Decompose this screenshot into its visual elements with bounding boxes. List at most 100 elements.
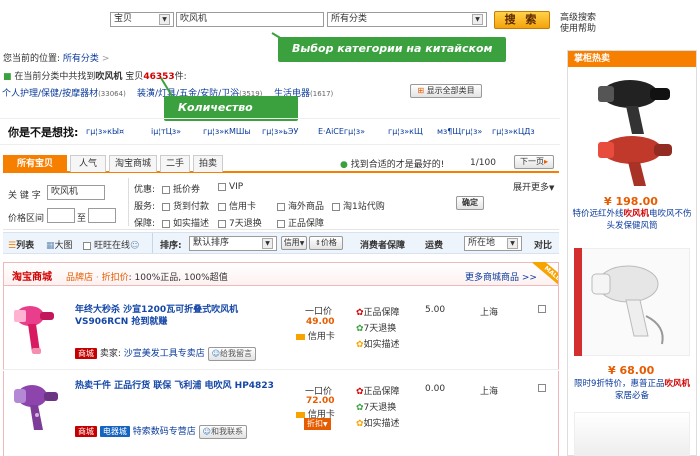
- confirm-filter-button[interactable]: 确定: [456, 196, 484, 210]
- guarantee-label: 如实描述: [363, 419, 400, 429]
- location-select[interactable]: 所在地 ▼: [464, 236, 522, 251]
- price-to-label: 至: [77, 214, 87, 224]
- card-icon: [296, 411, 305, 418]
- filter-7day-return[interactable]: 7天退换: [218, 216, 262, 229]
- promo-label: 优惠:: [134, 185, 156, 195]
- mall-corner-tag: MALL: [528, 262, 558, 286]
- sort-by-credit-button[interactable]: 信用▼: [281, 236, 307, 250]
- suggestion-item[interactable]: гµ¦з»кМШы: [203, 127, 251, 136]
- checkbox[interactable]: [277, 202, 285, 211]
- product-title-link[interactable]: 热卖千件 正品行货 联保 飞利浦 电吹风 HP4823: [75, 380, 275, 392]
- checkbox[interactable]: [277, 219, 285, 228]
- sidebar-caption-link[interactable]: 限时9折特价，惠普正品吹风机家居必备: [570, 378, 694, 402]
- checkbox[interactable]: [332, 202, 340, 211]
- product-image-pink-dryer[interactable]: [10, 300, 60, 358]
- checkbox[interactable]: [162, 219, 170, 228]
- wangwang-label: 旺旺在线: [94, 241, 131, 251]
- view-grid-button[interactable]: ▦大图: [46, 238, 73, 251]
- sort-select[interactable]: 默认排序 ▼: [189, 236, 277, 251]
- tab-hint: ● 找到合适的才是最好的!: [340, 157, 444, 170]
- search-input[interactable]: 吹风机: [176, 12, 324, 27]
- suggestion-item[interactable]: гµ¦з»кЩ: [388, 127, 423, 136]
- suggestion-item[interactable]: гµ¦з»кЦДз: [492, 127, 535, 136]
- checkbox[interactable]: [162, 202, 170, 211]
- filter-label: 抵价券: [173, 185, 201, 195]
- suggestion-item[interactable]: гµ¦з»кЫ¤: [86, 127, 124, 136]
- tab-mall[interactable]: 淘宝商城: [109, 155, 157, 172]
- category-value: 所有分类: [331, 14, 368, 24]
- filter-as-described[interactable]: 如实描述: [162, 216, 209, 229]
- category-label[interactable]: 个人护理/保健/按摩器材: [2, 89, 98, 99]
- location: 上海: [480, 387, 499, 397]
- caption-keyword: 吹风机: [664, 379, 690, 389]
- suggestion-item[interactable]: іµ¦тЦз»: [151, 127, 181, 136]
- search-scope-select[interactable]: 宝贝 ▼: [110, 12, 174, 27]
- category-select[interactable]: 所有分类 ▼: [327, 12, 487, 27]
- filter-credit-card[interactable]: 信用卡: [218, 199, 256, 212]
- filter-wangwang-online[interactable]: 旺旺在线☺: [83, 238, 139, 251]
- more-mall-link[interactable]: 更多商城商品 >>: [465, 270, 537, 283]
- mall-logo[interactable]: 淘宝商城: [12, 268, 52, 283]
- filter-label: 如实描述: [173, 219, 210, 229]
- filter-overseas[interactable]: 海外商品: [277, 199, 324, 212]
- suggestion-item[interactable]: гµ¦з»ьЭУ: [262, 127, 298, 136]
- discount-dropdown[interactable]: 折扣▼: [304, 418, 331, 430]
- electronics-badge: 电器城: [99, 426, 130, 437]
- compare-checkbox[interactable]: [538, 384, 546, 392]
- category-count: (33064): [98, 90, 126, 98]
- compare-checkbox[interactable]: [538, 305, 546, 313]
- expand-more-link[interactable]: 展开更多▼: [513, 180, 554, 193]
- tab-second-hand[interactable]: 二手: [160, 155, 190, 172]
- filter-cod[interactable]: 货到付款: [162, 199, 209, 212]
- show-all-categories-button[interactable]: ⊞ 显示全部类目: [410, 84, 482, 98]
- price-sort-label: 价格: [320, 238, 337, 247]
- sidebar-product-image-red-dryer[interactable]: [590, 72, 676, 188]
- next-page-button[interactable]: 下一页▸: [514, 155, 554, 169]
- message-seller-button[interactable]: ☺给我留言: [207, 347, 257, 361]
- sidebar-product-image-white-dryer[interactable]: [586, 256, 686, 348]
- help-link[interactable]: 使用帮助: [560, 21, 596, 34]
- divider: [128, 178, 129, 226]
- sort-label: 排序:: [160, 241, 182, 251]
- sidebar-product-image-partial[interactable]: [574, 412, 690, 456]
- keyword-input[interactable]: 吹风机: [47, 185, 105, 200]
- filter-genuine[interactable]: 正品保障: [277, 216, 324, 229]
- guarantee-genuine: ✿正品保障: [356, 305, 400, 318]
- product-price: 49.00: [306, 317, 335, 327]
- category-link-1[interactable]: 个人护理/保健/按摩器材(33064): [2, 86, 126, 99]
- show-all-label: 显示全部类目: [426, 86, 475, 95]
- price-max-input[interactable]: [88, 208, 116, 223]
- checkbox[interactable]: [162, 185, 170, 194]
- breadcrumb-sep: >: [101, 54, 110, 64]
- suggestion-item[interactable]: Е·АiСЕгµ¦з»: [318, 127, 365, 136]
- breadcrumb-link[interactable]: 所有分类: [63, 54, 99, 64]
- seller-link[interactable]: 沙宣美发工具专卖店: [124, 349, 205, 359]
- checkbox[interactable]: [218, 182, 226, 191]
- tab-popular[interactable]: 人气: [70, 155, 106, 172]
- filter-vip[interactable]: VIP: [218, 182, 243, 192]
- guarantee-label: 正品保障: [363, 387, 400, 397]
- filter-proxy[interactable]: 淘1站代购: [332, 199, 385, 212]
- checkbox[interactable]: [218, 202, 226, 211]
- tab-auction[interactable]: 拍卖: [193, 155, 223, 172]
- wangwang-icon: ☺: [211, 349, 221, 358]
- sort-by-price-button[interactable]: ⇕价格: [309, 236, 343, 250]
- view-list-button[interactable]: ☰列表: [8, 238, 34, 251]
- checkbox[interactable]: [83, 241, 91, 250]
- tab-all[interactable]: 所有宝贝: [3, 155, 67, 172]
- suggestion-item[interactable]: мз¶Щгµ¦з»: [437, 127, 482, 136]
- guarantee-label: 如实描述: [363, 340, 400, 350]
- product-title-link[interactable]: 年终大秒杀 沙宣1200瓦可折叠式吹风机 VS906RCN 抢到就赚: [75, 304, 265, 328]
- filter-voucher[interactable]: 抵价券: [162, 182, 200, 195]
- sidebar-caption-link[interactable]: 特价远红外线吹风机电吹风不伤头发保健风筒: [570, 208, 694, 232]
- search-button[interactable]: 搜 索: [494, 11, 550, 29]
- guarantee-return: ✿7天退换: [356, 400, 396, 413]
- chevron-down-icon: ▼: [472, 14, 483, 25]
- result-keyword: 吹风机: [95, 72, 123, 82]
- price-min-input[interactable]: [47, 208, 75, 223]
- checkbox[interactable]: [218, 219, 226, 228]
- mall-desc-a: 品牌店: [66, 273, 94, 283]
- product-image-purple-dryer[interactable]: [10, 380, 66, 436]
- contact-seller-button[interactable]: ☺和我联系: [198, 425, 247, 439]
- seller-link[interactable]: 特索数码专营店: [133, 427, 196, 437]
